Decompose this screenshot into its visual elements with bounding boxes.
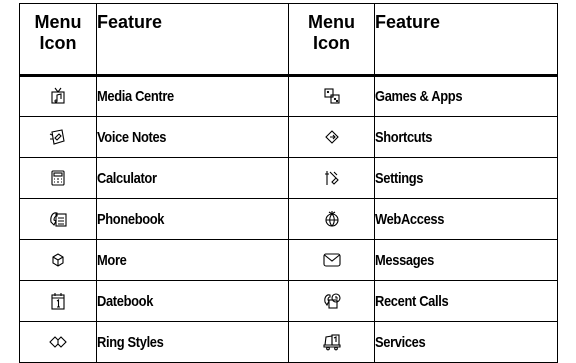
table-row: More Messages (19, 239, 558, 281)
feature-games-apps: Games & Apps (374, 75, 558, 117)
more-icon (49, 251, 67, 269)
feature-datebook: Datebook (96, 280, 289, 322)
feature-phonebook: Phonebook (96, 198, 289, 240)
feature-more: More (96, 239, 289, 281)
feature-calculator: Calculator (96, 157, 289, 199)
recent-calls-icon (323, 292, 341, 310)
menu-icon-table: Menu Icon Feature Menu Icon Feature Media … (19, 3, 558, 363)
feature-services: Services (374, 321, 558, 363)
table-row: Media Centre Games & Apps (19, 75, 558, 117)
feature-messages: Messages (374, 239, 558, 281)
feature-shortcuts: Shortcuts (374, 116, 558, 158)
webaccess-icon (323, 210, 341, 228)
table-row: Ring Styles Services (19, 321, 558, 363)
ring-styles-icon (49, 333, 67, 351)
feature-header: Feature (96, 3, 289, 77)
datebook-icon (49, 292, 67, 310)
messages-icon (322, 251, 341, 269)
table-row: Voice Notes Shortcuts (19, 116, 558, 158)
media-centre-icon (49, 87, 67, 105)
shortcuts-icon (323, 128, 341, 146)
services-icon (322, 333, 341, 351)
feature-media-centre: Media Centre (96, 75, 289, 117)
feature-settings: Settings (374, 157, 558, 199)
calculator-icon (49, 169, 67, 187)
feature-voice-notes: Voice Notes (96, 116, 289, 158)
menu-icon-header: Menu Icon (288, 3, 375, 77)
games-apps-icon (323, 87, 341, 105)
feature-ring-styles: Ring Styles (96, 321, 289, 363)
menu-icon-header: Menu Icon (19, 3, 97, 77)
voice-notes-icon (49, 128, 67, 146)
phonebook-icon (49, 210, 67, 228)
feature-header: Feature (374, 3, 558, 77)
settings-icon (323, 169, 341, 187)
table-row: Calculator Settings (19, 157, 558, 199)
feature-webaccess: WebAccess (374, 198, 558, 240)
table-row: Phonebook WebAccess (19, 198, 558, 240)
table-row: Datebook Recent Calls (19, 280, 558, 322)
table-header-row: Menu Icon Feature Menu Icon Feature (19, 3, 558, 77)
feature-recent-calls: Recent Calls (374, 280, 558, 322)
